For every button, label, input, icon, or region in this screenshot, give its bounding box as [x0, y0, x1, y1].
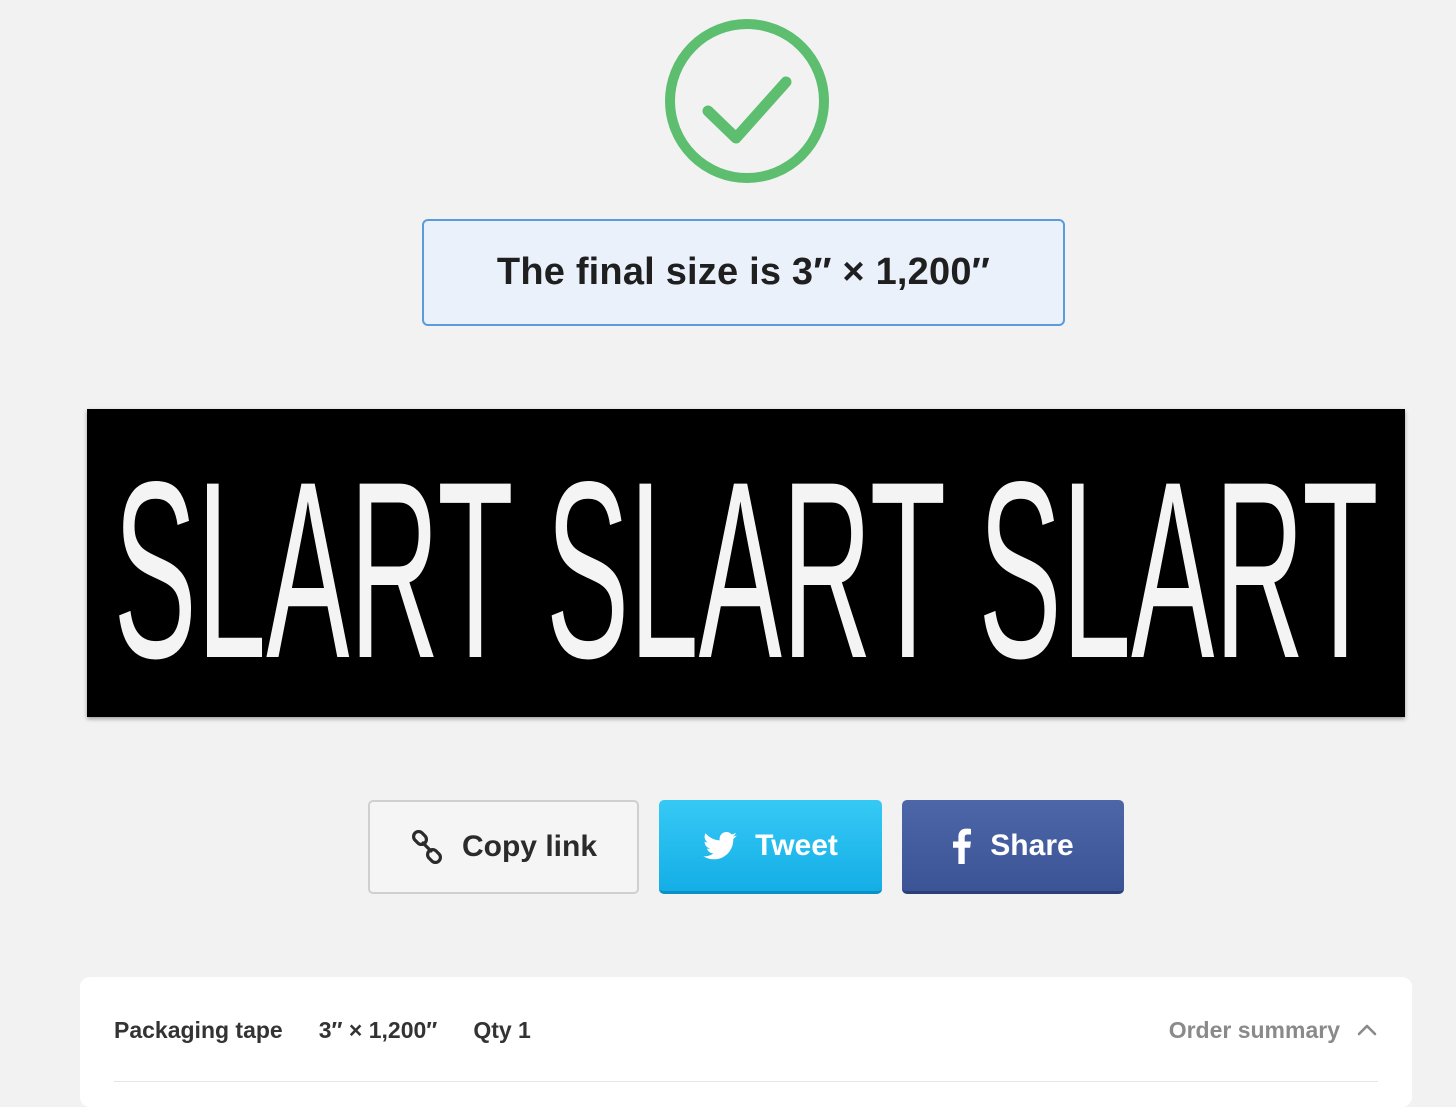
link-icon: [410, 830, 444, 864]
tape-preview-graphic: SLART SLART SLART: [114, 430, 1379, 711]
tweet-button[interactable]: Tweet: [659, 800, 882, 894]
copy-link-label: Copy link: [461, 830, 597, 863]
order-qty: Qty 1: [473, 1016, 531, 1043]
order-summary-toggle[interactable]: Order summary: [1169, 1017, 1378, 1044]
final-size-banner: The final size is 3″ × 1,200″: [422, 219, 1065, 326]
tape-preview: SLART SLART SLART: [87, 409, 1405, 717]
check-circle-icon: [665, 19, 829, 183]
facebook-share-button[interactable]: Share: [902, 800, 1124, 894]
order-row: Packaging tape 3″ × 1,200″ Qty 1 Order s…: [114, 1015, 1378, 1045]
order-panel: Packaging tape 3″ × 1,200″ Qty 1 Order s…: [80, 977, 1412, 1107]
facebook-icon: [952, 828, 972, 864]
twitter-bird-icon: [703, 831, 737, 860]
order-size: 3″ × 1,200″: [318, 1016, 438, 1043]
order-product: Packaging tape: [114, 1016, 283, 1043]
tweet-label: Tweet: [755, 828, 838, 862]
order-summary-label: Order summary: [1168, 1016, 1340, 1043]
copy-link-button[interactable]: Copy link: [368, 800, 639, 894]
divider: [114, 1081, 1378, 1082]
tape-preview-text: SLART SLART SLART: [114, 430, 1379, 711]
chevron-up-icon: [1356, 1023, 1378, 1037]
final-size-text: The final size is 3″ × 1,200″: [496, 251, 991, 293]
share-label: Share: [990, 828, 1074, 862]
